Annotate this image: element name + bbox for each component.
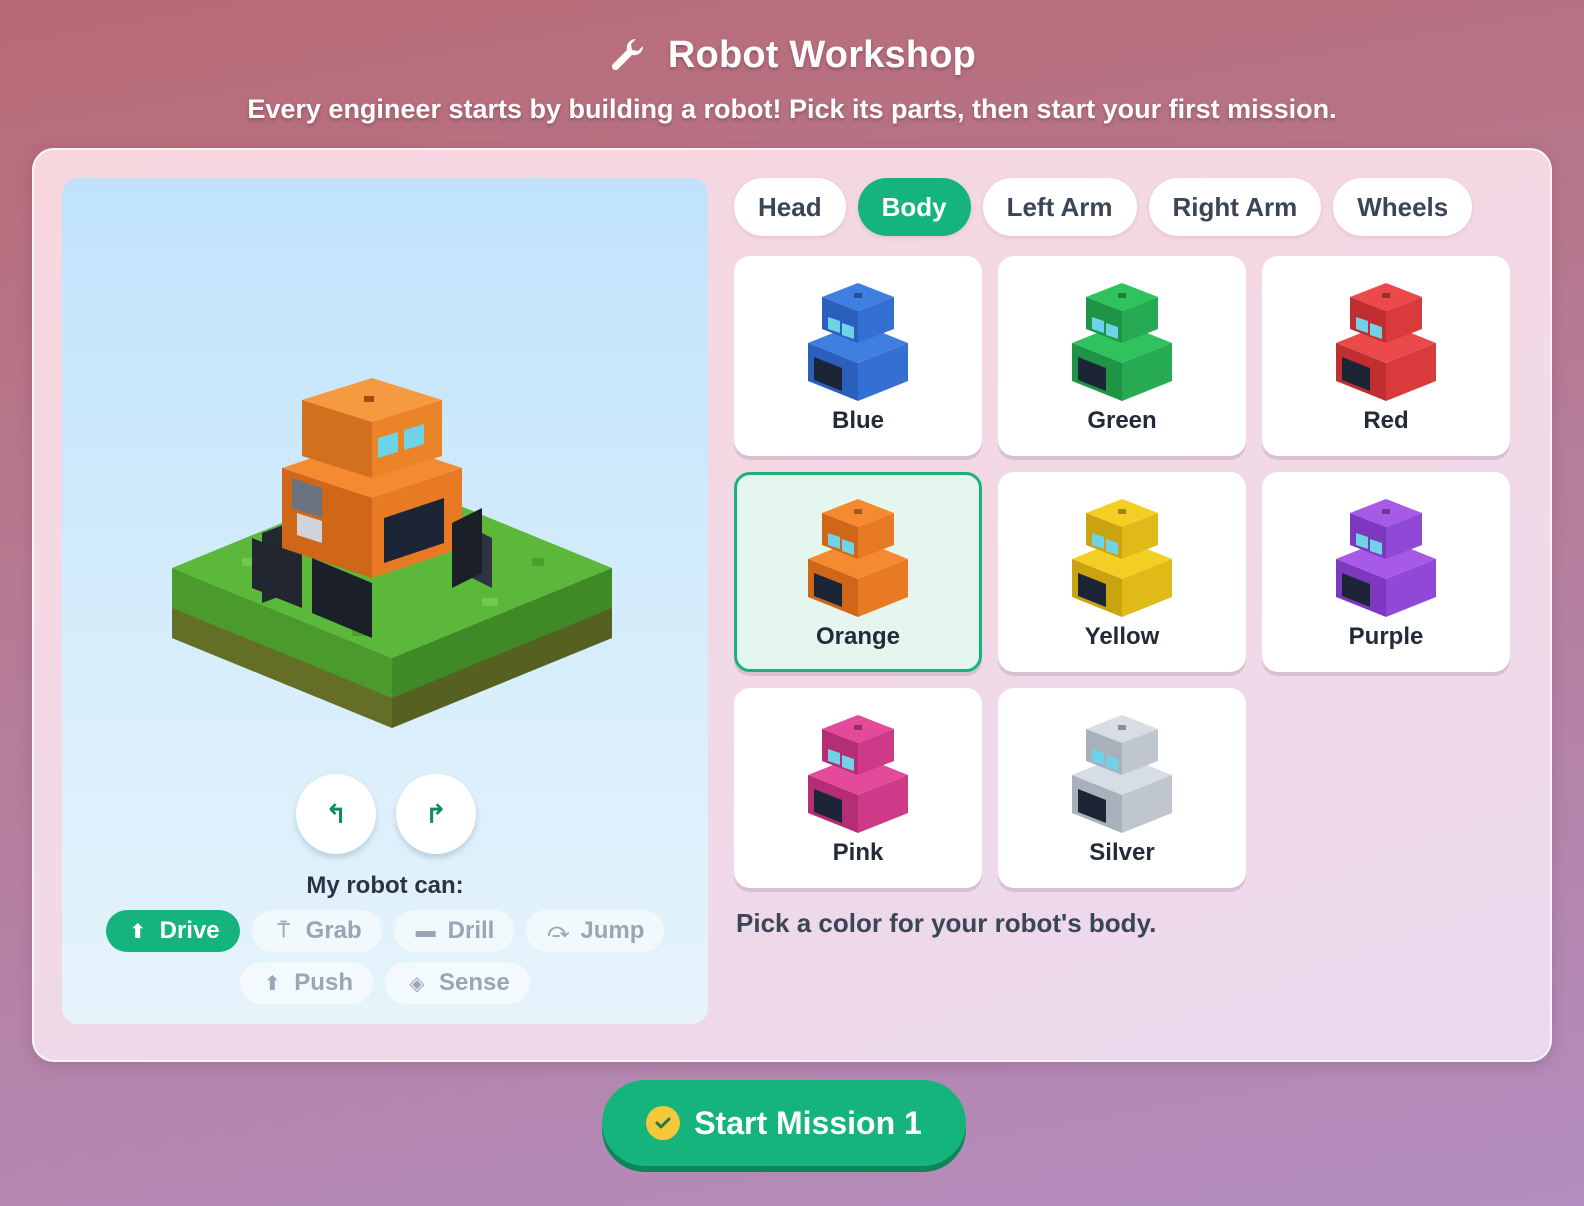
check-icon: [646, 1106, 681, 1140]
ability-push: ⬆ Push: [240, 962, 373, 1004]
robot-body-thumbnail: [1072, 499, 1172, 617]
robot-preview-stage: ↰ ↱ My robot can: ⬆ Drive ⍑ Grab ▬ Drill…: [62, 178, 708, 1024]
page-header: Robot Workshop Every engineer starts by …: [0, 30, 1584, 125]
color-option-label: Purple: [1348, 623, 1424, 650]
tab-head[interactable]: Head: [734, 178, 846, 236]
color-option-label: Blue: [831, 407, 884, 434]
rotate-right-button[interactable]: ↱: [396, 774, 476, 854]
start-mission-button[interactable]: Start Mission 1: [602, 1080, 966, 1166]
ability-grab: ⍑ Grab: [251, 910, 382, 952]
wrench-icon: [611, 38, 643, 71]
sense-icon: ◈: [409, 972, 425, 995]
tab-wheels[interactable]: Wheels: [1333, 178, 1473, 236]
color-option-label: Red: [1363, 407, 1409, 434]
color-option-label: Green: [1087, 407, 1157, 434]
color-option-silver[interactable]: Silver: [998, 688, 1246, 888]
title-row: Robot Workshop: [0, 30, 1584, 80]
color-option-label: Yellow: [1084, 623, 1160, 650]
color-option-label: Silver: [1089, 839, 1155, 866]
ability-drive: ⬆ Drive: [105, 910, 240, 952]
ability-label: Drill: [447, 917, 495, 944]
color-option-yellow[interactable]: Yellow: [998, 472, 1246, 672]
hint-text: Pick a color for your robot's body.: [736, 908, 1157, 938]
robot-body-thumbnail: [1072, 715, 1172, 833]
color-option-purple[interactable]: Purple: [1262, 472, 1510, 672]
color-option-blue[interactable]: Blue: [734, 256, 982, 456]
ability-label: Grab: [305, 917, 362, 944]
color-options-grid: Blue Green Red Orange Yellow Purple Pink Silver: [734, 256, 1510, 888]
part-tabs: Head Body Left Arm Right Arm Wheels: [734, 178, 1473, 236]
color-option-orange[interactable]: Orange: [734, 472, 982, 672]
ability-drill: ▬ Drill: [393, 910, 515, 952]
ability-sense: ◈ Sense: [384, 962, 530, 1004]
robot-body-thumbnail: [808, 499, 908, 617]
grab-icon: ⍑: [277, 919, 290, 942]
rotate-left-icon: ↰: [325, 798, 347, 829]
tab-body[interactable]: Body: [857, 178, 971, 236]
ability-label: Jump: [580, 917, 645, 944]
robot-body-thumbnail: [808, 715, 908, 833]
color-option-label: Pink: [832, 839, 884, 866]
robot-preview[interactable]: [152, 358, 632, 758]
drive-icon: ⬆: [129, 920, 146, 943]
abilities-label: My robot can:: [306, 872, 464, 899]
workshop-panel: ↰ ↱ My robot can: ⬆ Drive ⍑ Grab ▬ Drill…: [32, 148, 1552, 1062]
tab-left-arm[interactable]: Left Arm: [982, 178, 1137, 236]
robot-body-thumbnail: [1336, 283, 1436, 401]
page-title: Robot Workshop: [667, 33, 977, 76]
ability-label: Drive: [159, 917, 220, 944]
color-option-red[interactable]: Red: [1262, 256, 1510, 456]
robot-body-thumbnail: [1072, 283, 1172, 401]
page-subtitle: Every engineer starts by building a robo…: [247, 94, 1337, 124]
ability-jump: ⤼ Jump: [526, 910, 665, 952]
color-option-pink[interactable]: Pink: [734, 688, 982, 888]
rotate-right-icon: ↱: [425, 798, 447, 829]
color-option-green[interactable]: Green: [998, 256, 1246, 456]
drill-icon: ▬: [415, 919, 436, 942]
ability-label: Sense: [438, 969, 510, 996]
tab-right-arm[interactable]: Right Arm: [1148, 178, 1322, 236]
start-mission-label: Start Mission 1: [694, 1104, 922, 1141]
robot-body-thumbnail: [808, 283, 908, 401]
rotate-left-button[interactable]: ↰: [296, 774, 376, 854]
jump-icon: ⤼: [547, 919, 570, 942]
ability-label: Push: [294, 969, 353, 996]
push-icon: ⬆: [263, 972, 281, 995]
robot-body-thumbnail: [1336, 499, 1436, 617]
abilities-list: ⬆ Drive ⍑ Grab ▬ Drill ⤼ Jump ⬆ Push ◈ S…: [92, 910, 678, 1004]
color-option-label: Orange: [815, 623, 901, 650]
